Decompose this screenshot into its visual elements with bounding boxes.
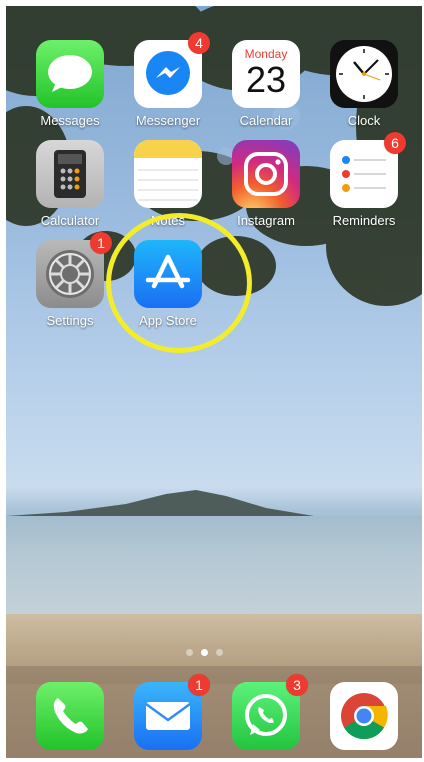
notes-icon: [134, 140, 202, 208]
dock-app-mail[interactable]: 1: [126, 674, 210, 750]
page-dot: [216, 649, 223, 656]
badge: 4: [188, 32, 210, 54]
page-dot-active: [201, 649, 208, 656]
app-label: Messenger: [135, 113, 201, 128]
wallpaper-sea: [6, 516, 422, 616]
instagram-icon: [232, 140, 300, 208]
messenger-icon: 4: [134, 32, 210, 108]
app-messages[interactable]: Messages: [28, 40, 112, 128]
app-settings[interactable]: 1 Settings: [28, 232, 112, 328]
mail-icon: 1: [134, 674, 210, 750]
badge: 6: [384, 132, 406, 154]
app-label: Instagram: [237, 213, 295, 228]
highlight-circle: [106, 213, 252, 353]
clock-icon: [330, 40, 398, 108]
app-calculator[interactable]: Calculator: [28, 140, 112, 228]
app-label: Reminders: [332, 213, 396, 228]
dock: 1 3: [6, 666, 422, 758]
calendar-icon: Monday 23: [232, 40, 300, 108]
app-label: Messages: [40, 113, 100, 128]
page-dot: [186, 649, 193, 656]
calendar-day: 23: [245, 59, 287, 100]
dock-app-chrome[interactable]: [322, 682, 406, 750]
app-label: Settings: [46, 313, 94, 328]
app-calendar[interactable]: Monday 23 Calendar: [224, 40, 308, 128]
chrome-icon: [330, 682, 398, 750]
phone-icon: [36, 682, 104, 750]
app-clock[interactable]: Clock: [322, 40, 406, 128]
app-messenger[interactable]: 4 Messenger: [126, 32, 210, 128]
dock-app-phone[interactable]: [28, 682, 112, 750]
calculator-icon: [36, 140, 104, 208]
dock-app-whatsapp[interactable]: 3: [224, 674, 308, 750]
app-label: Calendar: [239, 113, 293, 128]
whatsapp-icon: 3: [232, 674, 308, 750]
badge: 3: [286, 674, 308, 696]
app-label: Clock: [347, 113, 381, 128]
home-screen: Messages 4 Messenger Monday 23 Calendar: [6, 6, 422, 758]
settings-gear-icon: 1: [36, 232, 112, 308]
page-indicator[interactable]: [186, 649, 223, 656]
badge: 1: [188, 674, 210, 696]
app-reminders[interactable]: 6 Reminders: [322, 132, 406, 228]
messages-icon: [36, 40, 104, 108]
badge: 1: [90, 232, 112, 254]
calendar-weekday: Monday: [244, 47, 288, 61]
reminders-icon: 6: [330, 132, 406, 208]
app-label: Calculator: [40, 213, 100, 228]
app-instagram[interactable]: Instagram: [224, 140, 308, 228]
